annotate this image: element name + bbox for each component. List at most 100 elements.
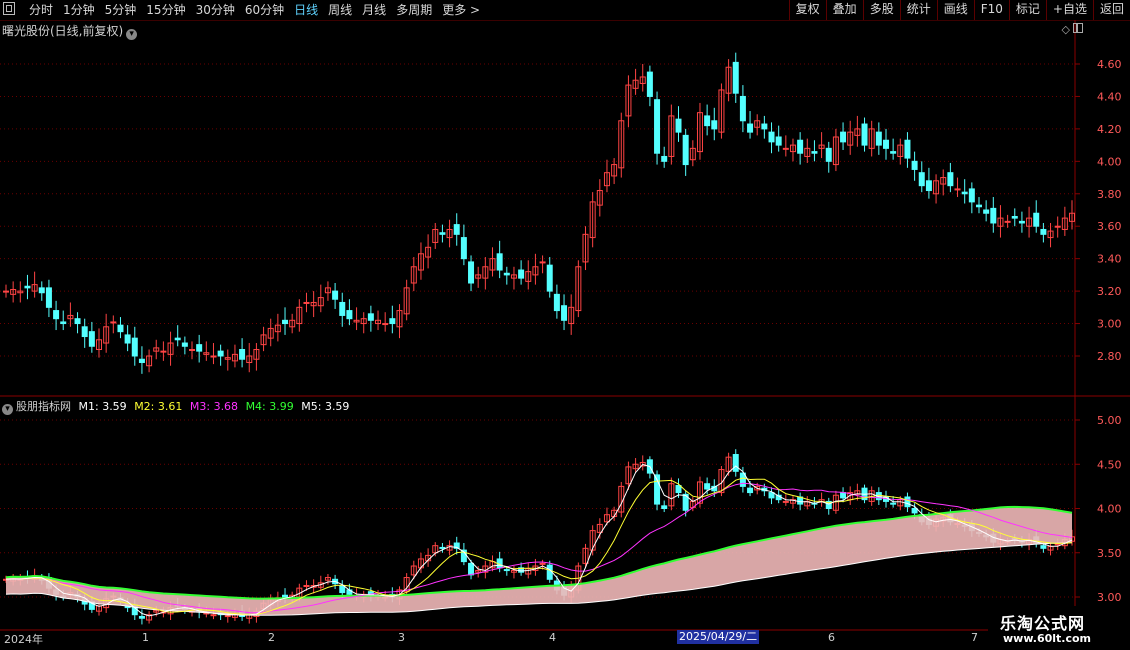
indicator-candle — [661, 505, 668, 510]
date-axis: 2024年 1 2 3 4 6 7 — [0, 630, 1075, 646]
price-tick-label: 4.40 — [1097, 90, 1122, 103]
kline-chart[interactable]: 4.60 4.40 4.20 4.00 3.80 3.60 3.40 3.20 3.00 2.80… — [0, 0, 1130, 650]
main-candle — [890, 151, 897, 154]
main-candle — [546, 264, 553, 292]
main-candle — [282, 319, 289, 325]
main-candle — [81, 326, 88, 338]
watermark-url: www.60lt.com — [1003, 632, 1092, 645]
main-candle — [861, 123, 868, 146]
month-label: 1 — [142, 631, 149, 644]
main-candle — [332, 290, 339, 300]
main-candle — [496, 253, 503, 271]
main-candle — [539, 261, 546, 264]
main-candle — [45, 287, 52, 308]
main-candle — [925, 180, 932, 192]
indicator-candle — [747, 487, 754, 494]
indicator-candle — [1054, 543, 1061, 546]
main-candle — [1040, 228, 1047, 235]
month-label: 3 — [398, 631, 405, 644]
main-candle — [1033, 212, 1040, 227]
indicator-title[interactable]: ▾ 股朋指标网 M1: 3.59 M2: 3.61 M3: 3.68 M4: 3.… — [2, 398, 349, 415]
selected-date: 2025/04/29/二 — [677, 630, 760, 644]
main-candle — [88, 331, 95, 347]
main-candle — [739, 95, 746, 122]
m4-value: M4: 3.99 — [245, 400, 294, 413]
indicator-candle — [782, 500, 789, 503]
indicator-candle — [439, 546, 446, 549]
m1-value: M1: 3.59 — [78, 400, 127, 413]
main-candle — [654, 99, 661, 154]
main-candle — [217, 350, 224, 357]
main-candle — [110, 321, 117, 324]
month-label: 2 — [268, 631, 275, 644]
indicator-candle — [282, 594, 289, 598]
main-candle — [346, 310, 353, 320]
main-candle — [711, 120, 718, 130]
main-candle — [947, 172, 954, 187]
main-candle — [840, 131, 847, 143]
band-area — [6, 506, 1072, 616]
main-candle — [682, 134, 689, 166]
main-candle — [911, 160, 918, 170]
main-candle — [675, 118, 682, 133]
chevron-down-icon[interactable]: ▾ — [126, 29, 138, 40]
main-candle — [561, 305, 568, 321]
main-candle — [825, 147, 832, 162]
m2-value: M2: 3.61 — [134, 400, 183, 413]
main-candle — [882, 139, 889, 149]
main-candle — [518, 269, 525, 279]
main-candle — [239, 349, 246, 360]
main-candle — [1018, 220, 1025, 224]
main-candle — [453, 224, 460, 235]
indicator-candle — [911, 508, 918, 514]
main-candle — [460, 237, 467, 260]
indicator-tick-label: 5.00 — [1097, 414, 1122, 427]
indicator-tick-label: 3.00 — [1097, 591, 1122, 604]
main-candle — [196, 344, 203, 352]
chevron-down-icon[interactable]: ▾ — [2, 404, 13, 415]
price-tick-label: 3.40 — [1097, 253, 1122, 266]
main-candle — [189, 349, 196, 352]
main-candle — [389, 318, 396, 325]
main-candle — [60, 321, 67, 325]
indicator-candle — [303, 584, 310, 587]
indicator-candle — [732, 454, 739, 472]
main-chart-title[interactable]: 曙光股份(日线,前复权) ▾ — [2, 22, 138, 40]
panel-toggle-icon[interactable] — [1073, 23, 1083, 33]
main-candle — [367, 313, 374, 321]
main-candle — [138, 358, 145, 363]
price-tick-label: 4.60 — [1097, 58, 1122, 71]
indicator-candle — [704, 483, 711, 490]
indicator-candle — [224, 615, 231, 618]
main-candle — [983, 209, 990, 214]
indicator-candle — [840, 492, 847, 499]
main-candle — [732, 61, 739, 94]
main-candle — [503, 272, 510, 276]
watermark-title: 乐淘公式网 — [1000, 614, 1086, 633]
main-candle — [38, 287, 45, 294]
main-candle — [74, 318, 81, 325]
indicator-tick-label: 4.00 — [1097, 503, 1122, 516]
main-candle — [1054, 225, 1061, 228]
main-candle — [646, 71, 653, 97]
main-candle — [124, 334, 131, 344]
indicator-candle — [539, 562, 546, 565]
main-candle — [174, 337, 181, 341]
month-label: 6 — [828, 631, 835, 644]
main-candle — [553, 293, 560, 312]
month-label: 4 — [549, 631, 556, 644]
main-candle — [24, 285, 31, 289]
main-candle — [768, 131, 775, 143]
main-candle — [303, 301, 310, 304]
main-candle — [382, 323, 389, 326]
price-tick-label: 2.80 — [1097, 350, 1122, 363]
main-candle — [704, 115, 711, 127]
price-tick-label: 3.00 — [1097, 318, 1122, 331]
main-candle — [875, 131, 882, 146]
main-candle — [131, 337, 138, 357]
indicator-candle — [468, 562, 475, 576]
main-candle — [968, 188, 975, 203]
indicator-candle — [138, 615, 145, 619]
main-candle — [661, 155, 668, 162]
diamond-icon[interactable]: ◇ — [1062, 23, 1070, 36]
